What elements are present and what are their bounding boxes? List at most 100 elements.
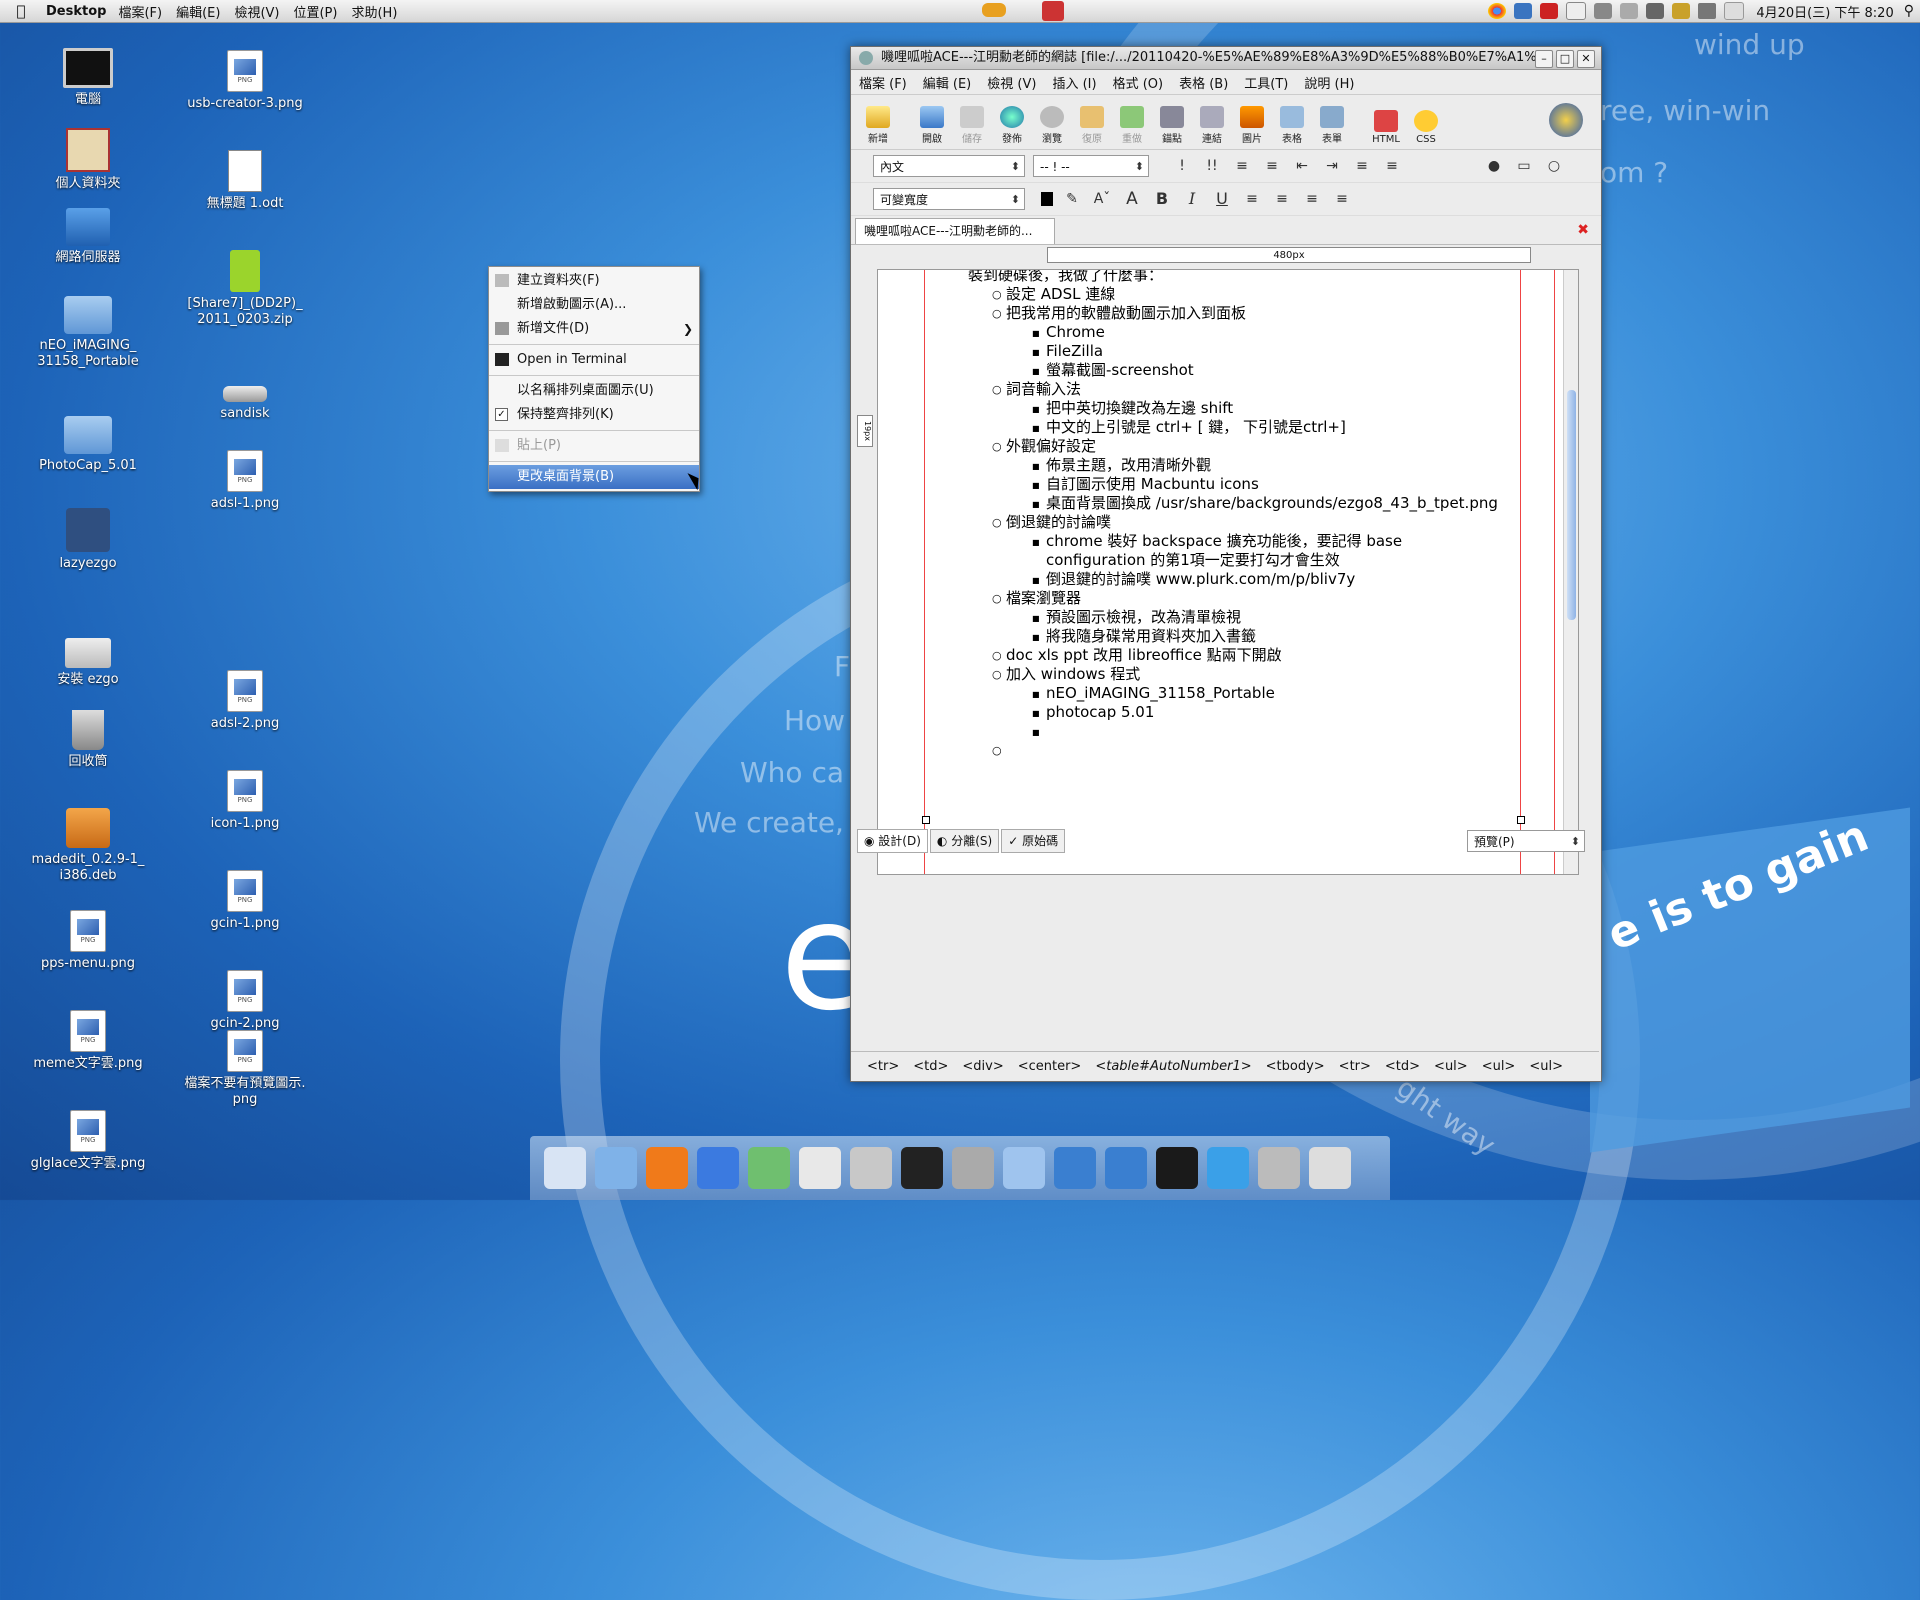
spotlight-search-icon[interactable]: ⚲ bbox=[1904, 3, 1914, 19]
editing-area[interactable]: 裝到硬碟後，我做了什麼事：設定 ADSL 連線把我常用的軟體啟動圖示加入到面板C… bbox=[877, 269, 1579, 875]
menu-places[interactable]: 位置(P) bbox=[293, 2, 337, 21]
preview-select[interactable]: 預覽(P) bbox=[1467, 830, 1585, 853]
filezilla-icon[interactable] bbox=[1540, 3, 1559, 19]
maximize-button[interactable]: □ bbox=[1556, 50, 1574, 68]
resize-handle[interactable] bbox=[922, 816, 930, 824]
larger-font-icon[interactable]: A bbox=[1121, 189, 1143, 209]
layer-move-icon[interactable]: ○ bbox=[1543, 156, 1565, 176]
decrease-indent-icon[interactable]: ≡ bbox=[1351, 156, 1373, 176]
source-mode-tab[interactable]: ✓ 原始碼 bbox=[1001, 829, 1066, 853]
tag-breadcrumb-item[interactable]: <table#AutoNumber1> bbox=[1095, 1059, 1251, 1074]
menu-item-change-background[interactable]: 更改桌面背景(B) bbox=[489, 465, 699, 489]
screenshot-icon[interactable] bbox=[1646, 3, 1665, 19]
table-button[interactable]: 表格 bbox=[1273, 106, 1311, 145]
design-mode-tab[interactable]: ◉ 設計(D) bbox=[857, 829, 928, 853]
paragraph-style-select[interactable]: 內文 bbox=[873, 155, 1025, 178]
desktop-icon-gcin-1[interactable]: gcin-1.png bbox=[180, 870, 310, 932]
finder-icon[interactable] bbox=[595, 1147, 637, 1189]
font-select[interactable]: 可變寬度 bbox=[873, 188, 1025, 211]
folder-icon[interactable] bbox=[1003, 1147, 1045, 1189]
split-mode-tab[interactable]: ◐ 分離(S) bbox=[929, 829, 1000, 853]
minimize-button[interactable]: – bbox=[1535, 50, 1553, 68]
redo-button[interactable]: 重做 bbox=[1113, 106, 1151, 145]
desktop-icon-lazyezgo[interactable]: lazyezgo bbox=[23, 508, 153, 572]
windows2-icon[interactable] bbox=[1105, 1147, 1147, 1189]
anchor-button[interactable]: 錨點 bbox=[1153, 106, 1191, 145]
form-button[interactable]: 表單 bbox=[1313, 106, 1351, 145]
numbered-list-icon[interactable]: ≡ bbox=[1231, 156, 1253, 176]
tag-breadcrumb-item[interactable]: <td> bbox=[1385, 1059, 1420, 1074]
calendar-applet-icon[interactable] bbox=[1042, 1, 1064, 21]
menu-item-create-document[interactable]: 新增文件(D) ❯ bbox=[489, 317, 699, 341]
desktop-icon-no-preview[interactable]: 檔案不要有預覽圖示. png bbox=[180, 1030, 310, 1108]
tag-breadcrumb-item[interactable]: <ul> bbox=[1529, 1059, 1563, 1074]
close-button[interactable]: ✕ bbox=[1577, 50, 1595, 68]
menu-item-open-terminal[interactable]: Open in Terminal bbox=[489, 348, 699, 372]
desktop-icon-neo-imaging[interactable]: nEO_iMAGING_ 31158_Portable bbox=[23, 290, 153, 370]
emphasis-icon[interactable]: ! bbox=[1171, 156, 1193, 176]
mail-icon[interactable] bbox=[1724, 2, 1745, 20]
close-tab-icon[interactable]: ✖ bbox=[1577, 222, 1589, 238]
align-right-icon[interactable]: ≡ bbox=[1301, 189, 1323, 209]
desktop-icon-install-ezgo[interactable]: 安裝 ezgo bbox=[23, 626, 153, 688]
menu-edit[interactable]: 編輯 (E) bbox=[923, 73, 972, 92]
menu-item-create-launcher[interactable]: 新增啟動圖示(A)... bbox=[489, 293, 699, 317]
strong-emphasis-icon[interactable]: !! bbox=[1201, 156, 1223, 176]
menu-item-keep-aligned[interactable]: ✓ 保持整齊排列(K) bbox=[489, 403, 699, 427]
tag-breadcrumb-item[interactable]: <tr> bbox=[1339, 1059, 1371, 1074]
layer-icon[interactable]: ● bbox=[1483, 156, 1505, 176]
document-tab[interactable]: 嘰哩呱啦ACE---江明勳老師的... bbox=[855, 218, 1055, 244]
mail-icon[interactable] bbox=[1309, 1147, 1351, 1189]
justify-icon[interactable]: ≡ bbox=[1331, 189, 1353, 209]
menu-view[interactable]: 檢視(V) bbox=[234, 2, 279, 21]
tag-breadcrumb-item[interactable]: <ul> bbox=[1482, 1059, 1516, 1074]
vertical-scrollbar[interactable] bbox=[1563, 270, 1578, 874]
html-button[interactable]: HTML bbox=[1367, 110, 1405, 145]
text-color-icon[interactable] bbox=[1041, 192, 1053, 206]
menu-item-arrange-by-name[interactable]: 以名稱排列桌面圖示(U) bbox=[489, 379, 699, 403]
menu-edit[interactable]: 編輯(E) bbox=[176, 2, 220, 21]
menu-item-paste[interactable]: 貼上(P) bbox=[489, 434, 699, 458]
anchor-icon[interactable] bbox=[544, 1147, 586, 1189]
align-center-icon[interactable]: ≡ bbox=[1271, 189, 1293, 209]
menu-insert[interactable]: 插入 (I) bbox=[1052, 73, 1096, 92]
desktop-icon-trash[interactable]: 回收筒 bbox=[23, 710, 153, 770]
desktop-icon-untitled-odt[interactable]: 無標題 1.odt bbox=[180, 150, 310, 212]
browse-button[interactable]: 瀏覽 bbox=[1033, 106, 1071, 145]
desktop-icon-meme[interactable]: meme文字雲.png bbox=[23, 1010, 153, 1072]
tag-breadcrumb-item[interactable]: <tbody> bbox=[1266, 1059, 1325, 1074]
menu-help[interactable]: 求助(H) bbox=[351, 2, 397, 21]
publish-button[interactable]: 發佈 bbox=[993, 106, 1031, 145]
kz-icon[interactable] bbox=[1207, 1147, 1249, 1189]
menu-tools[interactable]: 工具(T) bbox=[1244, 73, 1288, 92]
desktop-icon-usb-creator[interactable]: usb-creator-3.png bbox=[180, 50, 310, 112]
indent-icon[interactable]: ⇥ bbox=[1321, 156, 1343, 176]
desktop-icon-adsl-2[interactable]: adsl-2.png bbox=[180, 670, 310, 732]
fish-applet-icon[interactable] bbox=[982, 3, 1006, 17]
resize-handle[interactable] bbox=[1517, 816, 1525, 824]
keyboard-indicator-icon[interactable] bbox=[1594, 3, 1613, 19]
new-button[interactable]: 新增 bbox=[859, 106, 897, 145]
undo-button[interactable]: 復原 bbox=[1073, 106, 1111, 145]
tag-breadcrumb-item[interactable]: <div> bbox=[962, 1059, 1003, 1074]
chrome-icon[interactable] bbox=[1488, 3, 1507, 19]
windows-icon[interactable] bbox=[1054, 1147, 1096, 1189]
desktop-icon-madedit[interactable]: madedit_0.2.9-1_ i386.deb bbox=[23, 808, 153, 884]
desktop-icon-pps-menu[interactable]: pps-menu.png bbox=[23, 910, 153, 972]
input-method-icon[interactable] bbox=[1620, 3, 1639, 19]
app-name[interactable]: Desktop bbox=[46, 4, 106, 19]
display-icon[interactable] bbox=[1672, 3, 1691, 19]
menu-view[interactable]: 檢視 (V) bbox=[987, 73, 1036, 92]
monitor-icon[interactable] bbox=[1156, 1147, 1198, 1189]
italic-button[interactable]: I bbox=[1181, 189, 1203, 209]
terminal-icon[interactable] bbox=[901, 1147, 943, 1189]
list-style-select[interactable]: -- ! -- bbox=[1033, 155, 1149, 178]
network-monitor-icon[interactable] bbox=[1514, 3, 1533, 19]
settings-icon[interactable] bbox=[952, 1147, 994, 1189]
trash-icon[interactable] bbox=[1258, 1147, 1300, 1189]
firefox-icon[interactable] bbox=[646, 1147, 688, 1189]
scrollbar-thumb[interactable] bbox=[1567, 390, 1576, 620]
desktop-icon-icon-1[interactable]: icon-1.png bbox=[180, 770, 310, 832]
link-button[interactable]: 連結 bbox=[1193, 106, 1231, 145]
align-left-icon[interactable]: ≡ bbox=[1241, 189, 1263, 209]
